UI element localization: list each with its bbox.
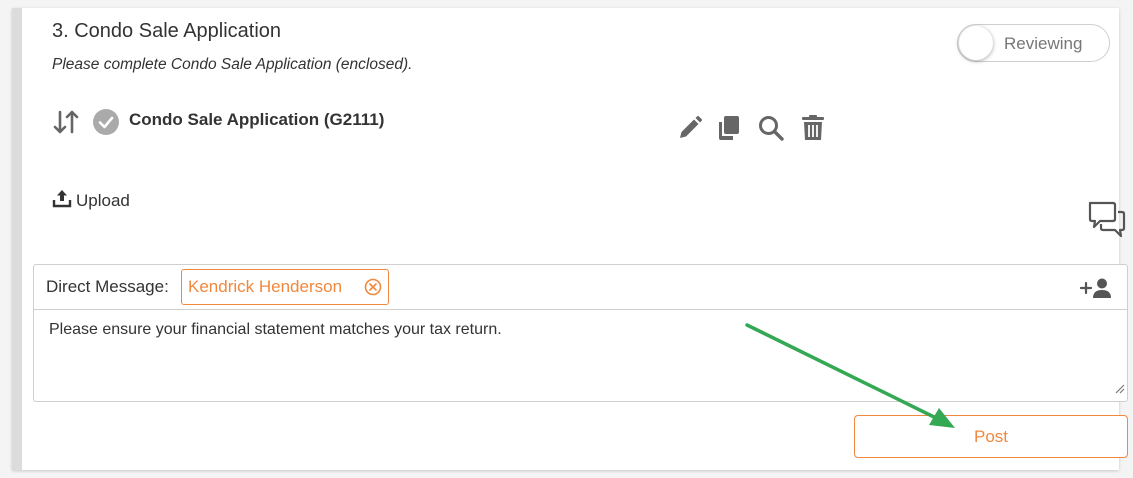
direct-message-box: Direct Message: Kendrick Henderson Pleas…: [33, 264, 1128, 402]
direct-message-header: Direct Message: Kendrick Henderson: [34, 265, 1127, 310]
task-card: 3. Condo Sale Application Please complet…: [12, 8, 1128, 470]
reviewing-toggle[interactable]: Reviewing: [957, 24, 1110, 62]
document-row: Condo Sale Application (G2111): [52, 106, 832, 141]
resize-grip-icon[interactable]: [1115, 381, 1125, 399]
comments-icon[interactable]: [1087, 200, 1127, 245]
add-user-icon[interactable]: [1079, 277, 1113, 304]
copy-icon[interactable]: [715, 114, 743, 147]
post-button[interactable]: Post: [854, 415, 1128, 458]
message-textarea[interactable]: Please ensure your financial statement m…: [34, 311, 1127, 401]
document-name[interactable]: Condo Sale Application (G2111): [129, 110, 384, 130]
upload-label: Upload: [76, 190, 130, 210]
upload-button[interactable]: Upload: [52, 188, 130, 213]
recipient-name: Kendrick Henderson: [188, 277, 343, 296]
search-icon[interactable]: [757, 114, 785, 147]
remove-recipient-icon[interactable]: [364, 278, 382, 301]
toggle-label: Reviewing: [1004, 34, 1083, 53]
pencil-icon[interactable]: [676, 114, 704, 147]
section-title: 3. Condo Sale Application: [52, 20, 282, 42]
sort-arrows-icon[interactable]: [52, 108, 80, 141]
direct-message-label: Direct Message:: [46, 277, 169, 296]
check-circle-icon: [92, 108, 120, 141]
section-subtitle: Please complete Condo Sale Application (…: [52, 56, 413, 73]
upload-icon: [52, 188, 72, 213]
toggle-knob: [959, 26, 993, 60]
trash-icon[interactable]: [799, 114, 827, 147]
recipient-chip[interactable]: Kendrick Henderson: [181, 269, 389, 305]
